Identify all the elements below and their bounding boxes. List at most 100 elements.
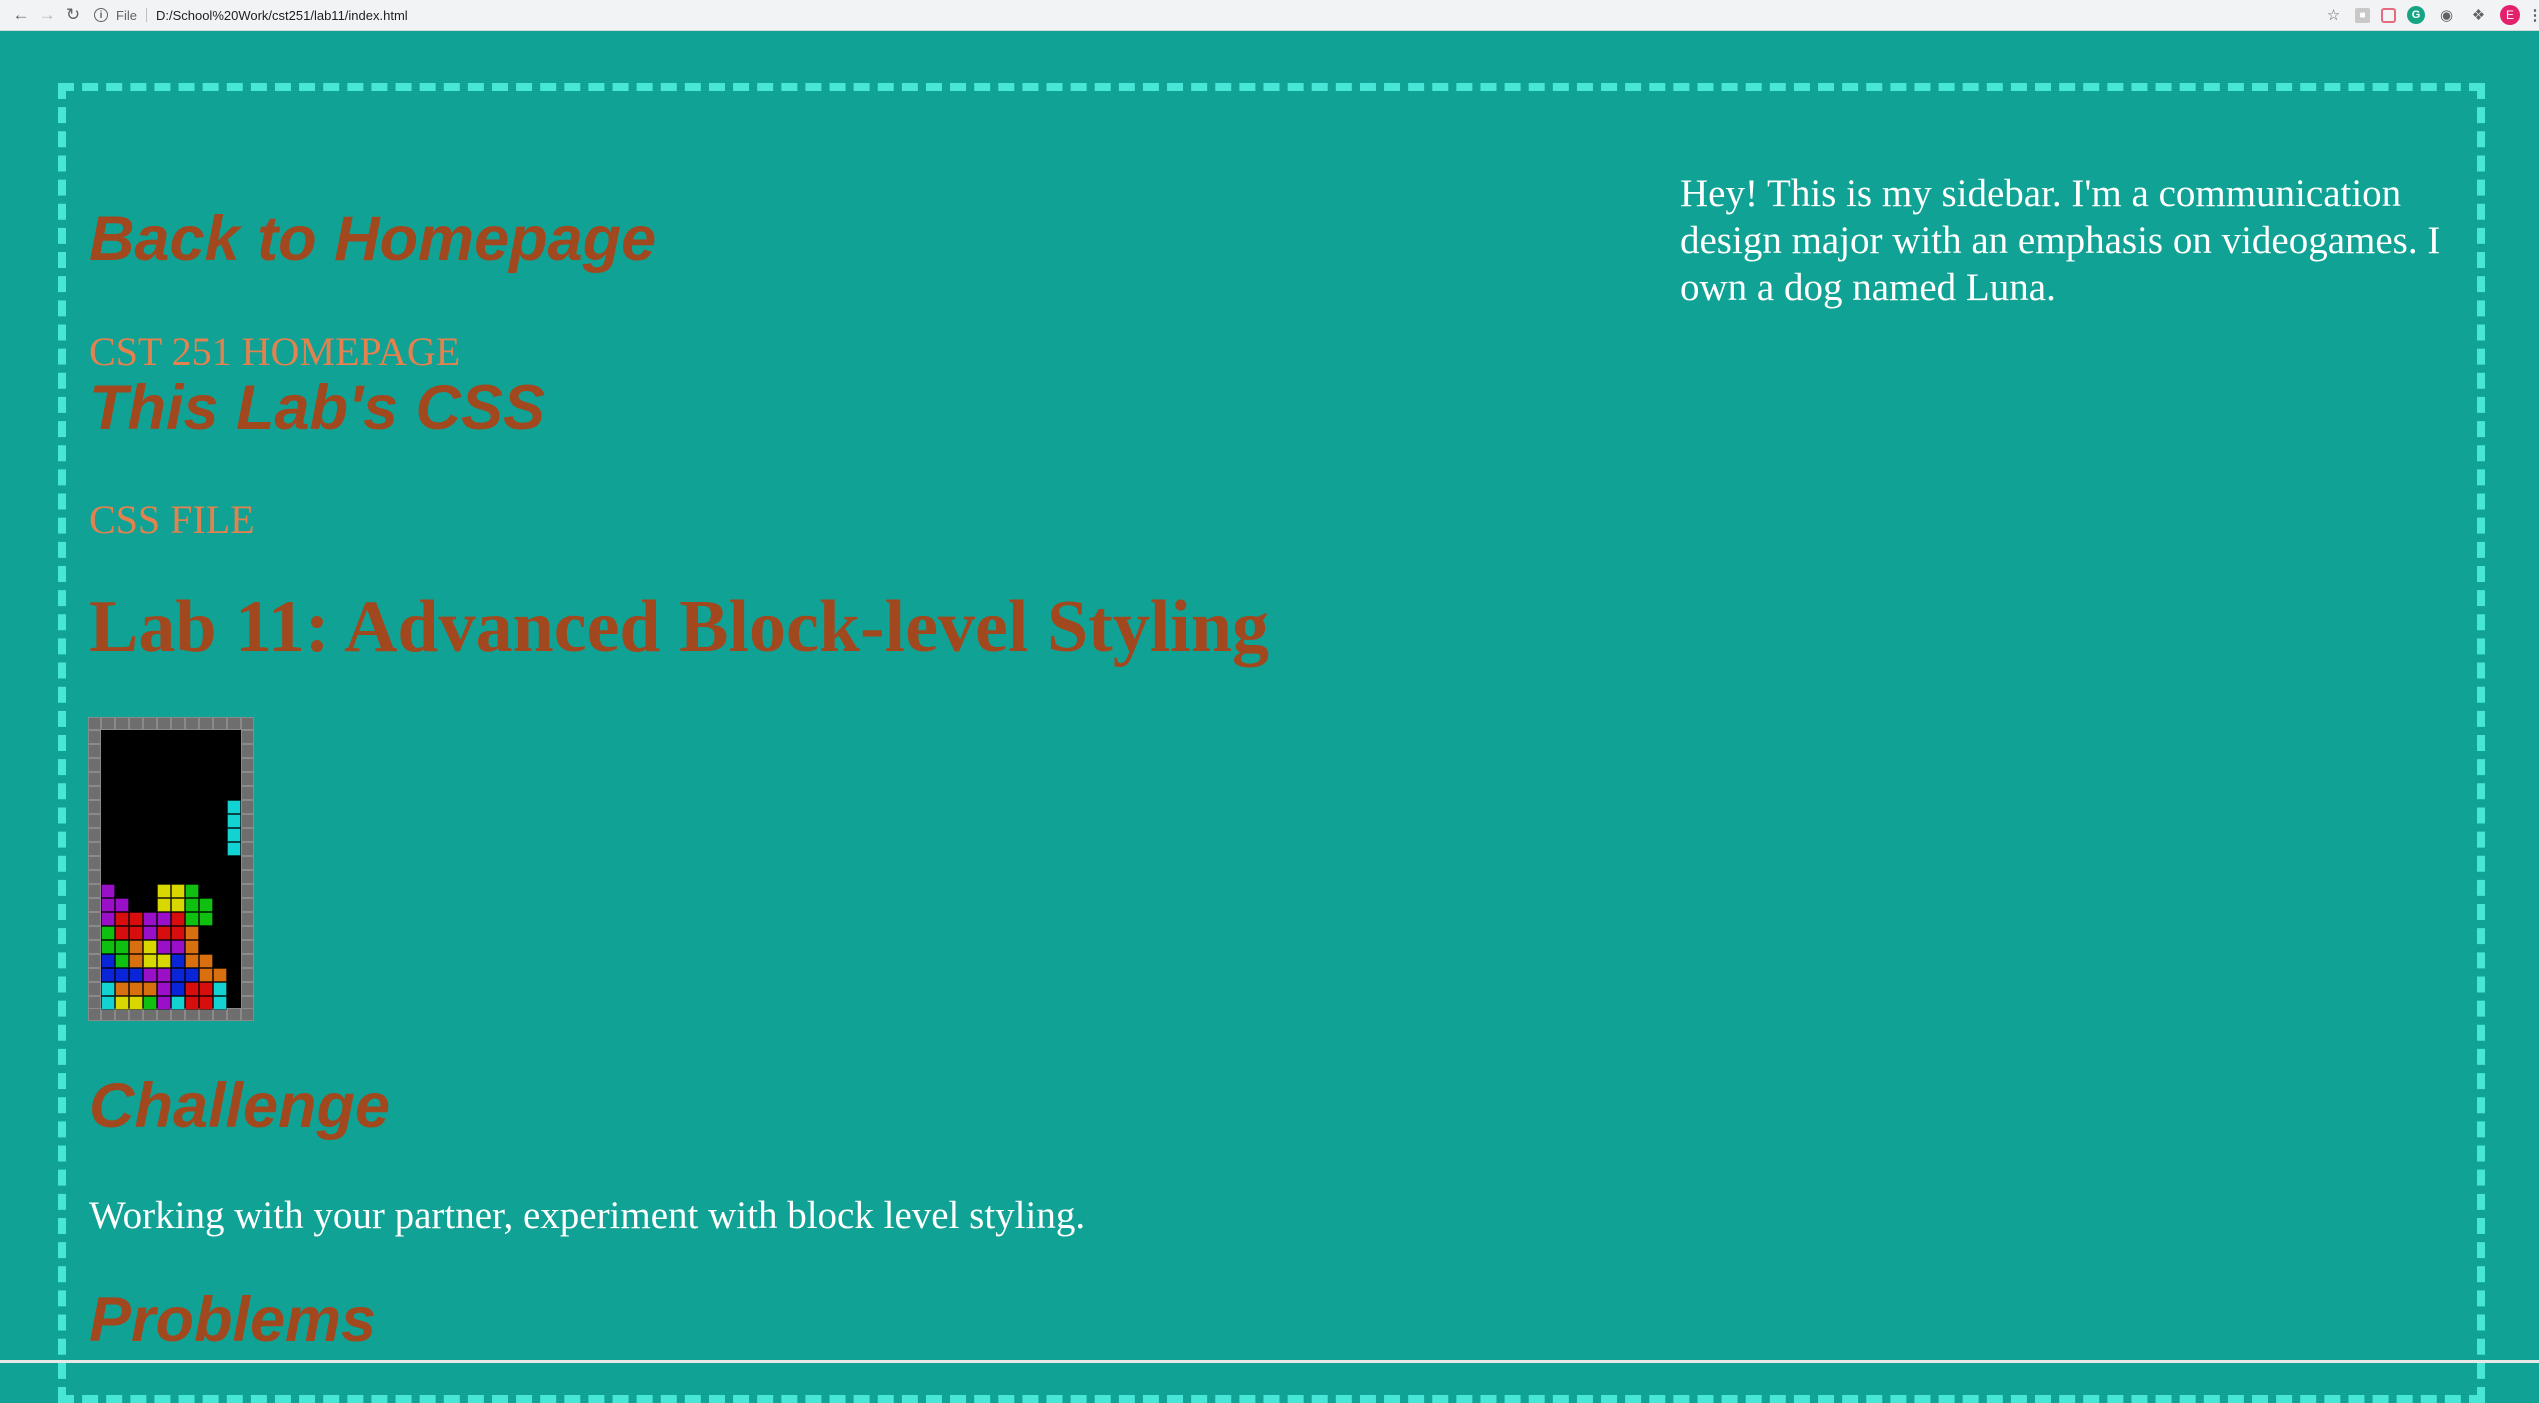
reload-icon[interactable]: ↻ <box>60 2 86 28</box>
tetris-border-tile <box>88 786 101 800</box>
tetris-block <box>101 996 115 1010</box>
tetris-block <box>143 954 157 968</box>
tetris-block <box>199 982 213 996</box>
tetris-border-tile <box>157 717 171 730</box>
tetris-block <box>171 968 185 982</box>
tetris-border-tile <box>241 982 254 996</box>
site-info-icon[interactable]: i <box>94 8 108 22</box>
tetris-block <box>129 912 143 926</box>
tetris-block <box>157 968 171 982</box>
address-bar[interactable]: i File D:/School%20Work/cst251/lab11/ind… <box>94 2 408 28</box>
tetris-border-tile <box>88 926 101 940</box>
back-arrow-icon[interactable]: ← <box>8 2 34 28</box>
css-file-link[interactable]: CSS FILE <box>89 496 255 543</box>
tetris-block <box>185 954 199 968</box>
tetris-block <box>115 912 129 926</box>
challenge-heading: Challenge <box>89 1071 391 1141</box>
tetris-border-tile <box>241 870 254 884</box>
tetris-border-tile <box>241 758 254 772</box>
tetris-border-tile <box>88 870 101 884</box>
tetris-block <box>143 912 157 926</box>
tetris-block <box>143 926 157 940</box>
cst251-homepage-link[interactable]: CST 251 HOMEPAGE <box>89 328 460 375</box>
more-menu-icon[interactable]: ⋮ <box>2528 5 2539 26</box>
tetris-border-tile <box>88 968 101 982</box>
back-to-homepage-link[interactable]: Back to Homepage <box>89 203 656 275</box>
tetris-border-tile <box>88 772 101 786</box>
tetris-border-tile <box>241 926 254 940</box>
tetris-border-tile <box>88 898 101 912</box>
tetris-border-tile <box>241 968 254 982</box>
tetris-block <box>171 954 185 968</box>
tetris-block <box>213 968 227 982</box>
tetris-block <box>157 954 171 968</box>
tetris-block <box>157 982 171 996</box>
tetris-border-tile <box>88 800 101 814</box>
address-scheme: File <box>116 7 137 23</box>
tetris-block <box>157 898 171 912</box>
tetris-block <box>101 884 115 898</box>
tetris-border-tile <box>88 842 101 856</box>
tetris-block <box>115 968 129 982</box>
tetris-border-tile <box>129 1008 143 1021</box>
tetris-border-tile <box>227 717 241 730</box>
tetris-border-tile <box>129 717 143 730</box>
extensions-puzzle-icon[interactable]: ❖ <box>2468 5 2489 26</box>
tetris-block <box>185 940 199 954</box>
tetris-block <box>171 996 185 1010</box>
tetris-border-tile <box>88 940 101 954</box>
tetris-border-tile <box>171 717 185 730</box>
tetris-block <box>143 982 157 996</box>
tetris-border-tile <box>241 717 254 730</box>
tetris-block <box>157 912 171 926</box>
tetris-border-tile <box>199 717 213 730</box>
tetris-border-tile <box>88 856 101 870</box>
extension-gray-icon[interactable]: ■ <box>2355 7 2370 23</box>
tetris-block <box>129 940 143 954</box>
tetris-block <box>115 996 129 1010</box>
tetris-block <box>129 982 143 996</box>
tetris-block <box>185 912 199 926</box>
tetris-border-tile <box>88 884 101 898</box>
tetris-block <box>157 996 171 1010</box>
bookmark-star-icon[interactable]: ☆ <box>2323 5 2344 26</box>
tetris-block <box>115 982 129 996</box>
tetris-block <box>185 996 199 1010</box>
tetris-border-tile <box>241 856 254 870</box>
tetris-block <box>185 926 199 940</box>
extension-grammarly-icon[interactable]: G <box>2407 6 2425 24</box>
tetris-border-tile <box>88 912 101 926</box>
extension-pink-icon[interactable] <box>2381 7 2396 23</box>
profile-avatar-icon[interactable]: E <box>2500 5 2520 25</box>
forward-arrow-icon[interactable]: → <box>34 2 60 28</box>
tetris-block <box>143 968 157 982</box>
extension-chat-icon[interactable]: ◉ <box>2436 5 2457 26</box>
tetris-block <box>227 828 241 842</box>
browser-toolbar: ← → ↻ i File D:/School%20Work/cst251/lab… <box>0 0 2539 31</box>
tetris-border-tile <box>241 884 254 898</box>
tetris-block <box>129 926 143 940</box>
tetris-block <box>171 898 185 912</box>
tetris-border-tile <box>185 1008 199 1021</box>
tetris-border-tile <box>88 730 101 744</box>
tetris-border-tile <box>157 1008 171 1021</box>
tetris-border-tile <box>88 1008 101 1021</box>
tetris-block <box>199 954 213 968</box>
address-url[interactable]: D:/School%20Work/cst251/lab11/index.html <box>156 8 408 23</box>
sidebar: Hey! This is my sidebar. I'm a communica… <box>1680 172 2441 309</box>
tetris-border-tile <box>88 717 101 730</box>
tetris-block <box>157 940 171 954</box>
tetris-border-tile <box>115 1008 129 1021</box>
tetris-block <box>171 940 185 954</box>
tetris-block <box>143 996 157 1010</box>
tetris-border-tile <box>171 1008 185 1021</box>
tetris-block <box>185 884 199 898</box>
lab-css-heading: This Lab's CSS <box>89 373 546 443</box>
tetris-border-tile <box>241 1008 254 1021</box>
tetris-border-tile <box>88 814 101 828</box>
tetris-block <box>171 912 185 926</box>
tetris-border-tile <box>241 996 254 1010</box>
tetris-block <box>199 996 213 1010</box>
challenge-text: Working with your partner, experiment wi… <box>89 1194 1086 1237</box>
tetris-block <box>171 926 185 940</box>
